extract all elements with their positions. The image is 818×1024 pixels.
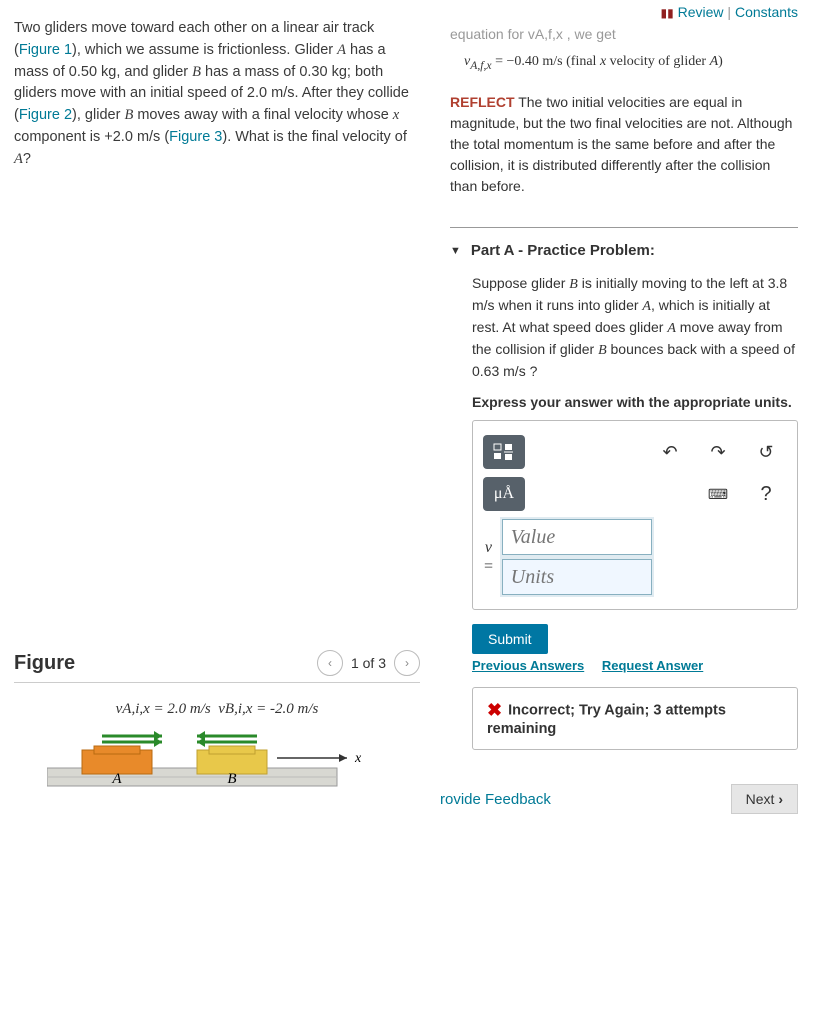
units-input[interactable] xyxy=(502,559,652,595)
keyboard-button[interactable]: ⌨ xyxy=(697,477,739,511)
problem-statement: Two gliders move toward each other on a … xyxy=(14,18,420,170)
figure-image: vA,i,x = 2.0 m/s vB,i,x = -2.0 m/s xyxy=(14,701,420,799)
request-answer-link[interactable]: Request Answer xyxy=(602,658,703,673)
undo-button[interactable]: ↶ xyxy=(649,435,691,469)
fraction-icon xyxy=(493,443,515,461)
review-link[interactable]: Review xyxy=(678,4,724,20)
svg-text:x: x xyxy=(354,751,362,766)
previous-answers-link[interactable]: Previous Answers xyxy=(472,658,584,673)
figure-1-link[interactable]: Figure 1 xyxy=(19,42,72,58)
help-button[interactable]: ? xyxy=(745,477,787,511)
answer-instruction: Express your answer with the appropriate… xyxy=(472,394,798,410)
part-a-question: Suppose glider B is initially moving to … xyxy=(472,273,798,382)
book-icon: ▮▮ xyxy=(661,6,674,20)
figure-prev-button[interactable]: ‹ xyxy=(317,650,343,676)
figure-count: 1 of 3 xyxy=(351,655,386,671)
part-a-title: Part A - Practice Problem: xyxy=(471,242,655,259)
collapse-icon[interactable]: ▼ xyxy=(450,245,461,257)
units-symbols-button[interactable]: μÅ xyxy=(483,477,525,511)
incorrect-icon: ✖ xyxy=(487,700,502,720)
svg-text:A: A xyxy=(111,771,122,787)
provide-feedback-link[interactable]: rovide Feedback xyxy=(440,791,551,808)
feedback-box: ✖Incorrect; Try Again; 3 attempts remain… xyxy=(472,687,798,750)
next-button[interactable]: Next › xyxy=(731,784,798,814)
constants-link[interactable]: Constants xyxy=(735,4,798,20)
svg-text:B: B xyxy=(227,771,236,787)
reflect-text: REFLECT The two initial velocities are e… xyxy=(450,92,798,197)
value-input[interactable] xyxy=(502,519,652,555)
answer-box: ↶ ↷ ↺ μÅ ⌨ ? v = xyxy=(472,420,798,610)
figure-3-link[interactable]: Figure 3 xyxy=(169,129,222,145)
equation-area: equation for vA,f,x , we get vA,f,x = −0… xyxy=(450,24,798,74)
figure-title: Figure xyxy=(14,652,75,675)
figure-next-button[interactable]: › xyxy=(394,650,420,676)
reset-button[interactable]: ↺ xyxy=(745,435,787,469)
figure-2-link[interactable]: Figure 2 xyxy=(19,107,72,123)
submit-button[interactable]: Submit xyxy=(472,624,548,654)
redo-button[interactable]: ↷ xyxy=(697,435,739,469)
templates-button[interactable] xyxy=(483,435,525,469)
